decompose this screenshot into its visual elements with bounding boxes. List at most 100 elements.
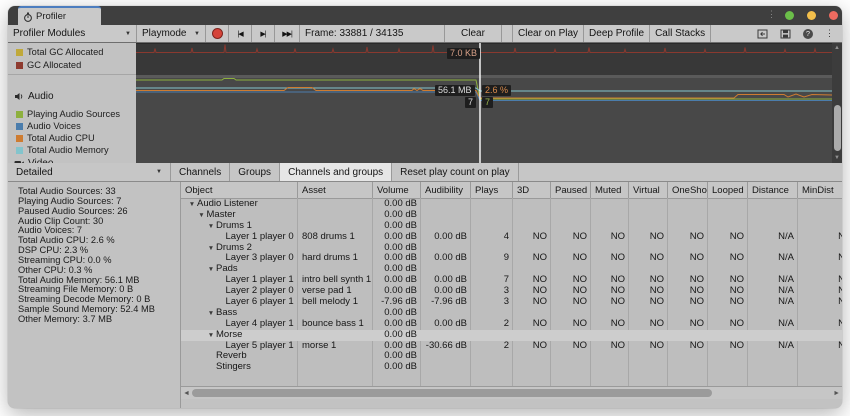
table-row[interactable]: ▼Audio Listener0.00 dB bbox=[181, 199, 842, 210]
cell-object[interactable]: Layer 4 player 1 bbox=[181, 319, 298, 330]
foldout-triangle-icon[interactable]: ▼ bbox=[206, 244, 216, 254]
tab-profiler[interactable]: Profiler bbox=[18, 6, 101, 25]
cell-audibility bbox=[421, 362, 471, 373]
last-frame-button[interactable]: ▶▶| bbox=[275, 25, 300, 42]
cell-object[interactable]: ▼Drums 1 bbox=[181, 221, 298, 232]
column-header-looped[interactable]: Looped bbox=[708, 182, 748, 198]
chart-scrollbar-thumb[interactable] bbox=[834, 105, 841, 151]
foldout-triangle-icon[interactable]: ▼ bbox=[206, 222, 216, 232]
cell-object[interactable]: ▼Master bbox=[181, 210, 298, 221]
previous-frame-icon: |◀ bbox=[237, 30, 242, 38]
call-stacks-dropdown[interactable]: Call Stacks bbox=[650, 25, 711, 42]
table-row[interactable]: ▼Master0.00 dB bbox=[181, 210, 842, 221]
cell-object[interactable]: ▼Drums 2 bbox=[181, 243, 298, 254]
column-header-object[interactable]: Object bbox=[181, 182, 298, 198]
table-row[interactable]: Layer 3 player 0hard drums 10.00 dB0.00 … bbox=[181, 253, 842, 264]
table-scrollbar-thumb[interactable] bbox=[192, 389, 712, 397]
column-header-asset[interactable]: Asset bbox=[298, 182, 373, 198]
load-profile-button[interactable] bbox=[751, 25, 774, 42]
cell-plays: 9 bbox=[471, 253, 513, 264]
cell-object[interactable]: ▼Audio Listener bbox=[181, 199, 298, 210]
cell-object[interactable]: Layer 1 player 0 bbox=[181, 232, 298, 243]
cell-object[interactable]: Layer 5 player 1 bbox=[181, 341, 298, 352]
table-row[interactable]: Stingers0.00 dB bbox=[181, 362, 842, 373]
detail-tab-channels[interactable]: Channels bbox=[171, 163, 230, 181]
scroll-right-icon[interactable]: ► bbox=[833, 389, 840, 398]
table-horizontal-scrollbar[interactable]: ◄ ► bbox=[181, 386, 842, 399]
profiler-modules-dropdown[interactable]: Profiler Modules ▼ bbox=[8, 25, 137, 42]
playmode-dropdown[interactable]: Playmode ▼ bbox=[137, 25, 206, 42]
foldout-triangle-icon[interactable]: ▼ bbox=[206, 309, 216, 319]
window-close-button[interactable] bbox=[829, 11, 838, 20]
scroll-down-icon[interactable]: ▼ bbox=[833, 155, 841, 161]
memory-legend-item[interactable]: Total GC Allocated bbox=[16, 47, 103, 57]
foldout-triangle-icon[interactable]: ▼ bbox=[206, 265, 216, 275]
audio-module-header[interactable]: Audio bbox=[14, 91, 54, 102]
column-header-oneshot[interactable]: OneShot bbox=[668, 182, 708, 198]
previous-frame-button[interactable]: |◀ bbox=[229, 25, 252, 42]
table-row[interactable]: Layer 1 player 1intro bell synth 10.00 d… bbox=[181, 275, 842, 286]
cell-object[interactable]: ▼Bass bbox=[181, 308, 298, 319]
cell-muted bbox=[591, 221, 629, 232]
clear-button[interactable]: Clear bbox=[445, 25, 502, 42]
context-menu-button[interactable]: ⋮ bbox=[819, 25, 842, 42]
window-minimize-button[interactable] bbox=[807, 11, 816, 20]
detail-tab-groups[interactable]: Groups bbox=[230, 163, 280, 181]
cell-object[interactable]: ▼Pads bbox=[181, 264, 298, 275]
column-header-3d[interactable]: 3D bbox=[513, 182, 551, 198]
cell-object[interactable]: Layer 2 player 0 bbox=[181, 286, 298, 297]
cell-d3 bbox=[513, 243, 551, 254]
table-row[interactable]: Layer 2 player 0verse pad 10.00 dB0.00 d… bbox=[181, 286, 842, 297]
audio-legend-item[interactable]: Playing Audio Sources bbox=[16, 109, 120, 119]
record-button[interactable] bbox=[206, 25, 229, 42]
column-header-muted[interactable]: Muted bbox=[591, 182, 629, 198]
column-header-volume[interactable]: Volume bbox=[373, 182, 421, 198]
cell-mindist: N/A bbox=[798, 275, 842, 286]
table-row[interactable]: Layer 4 player 1bounce bass 10.00 dB0.00… bbox=[181, 319, 842, 330]
scroll-left-icon[interactable]: ◄ bbox=[183, 389, 190, 398]
table-row[interactable]: Layer 5 player 1morse 10.00 dB-30.66 dB2… bbox=[181, 341, 842, 352]
table-row[interactable]: ▼Morse0.00 dB bbox=[181, 330, 842, 341]
cell-mindist: N/A bbox=[798, 319, 842, 330]
audio-legend-item[interactable]: Total Audio CPU bbox=[16, 133, 95, 143]
memory-legend-item[interactable]: GC Allocated bbox=[16, 60, 81, 70]
cell-object[interactable]: Stingers bbox=[181, 362, 298, 373]
table-row[interactable]: ▼Drums 10.00 dB bbox=[181, 221, 842, 232]
column-header-mindist[interactable]: MinDist bbox=[798, 182, 842, 198]
cell-object[interactable]: Layer 6 player 1 bbox=[181, 297, 298, 308]
titlebar-menu-icon[interactable]: ⋮ bbox=[767, 9, 776, 20]
save-profile-button[interactable] bbox=[774, 25, 797, 42]
deep-profile-toggle[interactable]: Deep Profile bbox=[584, 25, 650, 42]
clear-on-play-toggle[interactable]: Clear on Play bbox=[513, 25, 584, 42]
cell-object[interactable]: Layer 3 player 0 bbox=[181, 253, 298, 264]
column-header-audibility[interactable]: Audibility bbox=[421, 182, 471, 198]
table-row[interactable]: Layer 1 player 0808 drums 10.00 dB0.00 d… bbox=[181, 232, 842, 243]
video-module-header[interactable]: Video bbox=[14, 158, 53, 163]
detail-tab-reset-play-count-on-play[interactable]: Reset play count on play bbox=[392, 163, 519, 181]
column-header-paused[interactable]: Paused bbox=[551, 182, 591, 198]
foldout-triangle-icon[interactable]: ▼ bbox=[187, 200, 197, 210]
table-row[interactable]: Reverb0.00 dB bbox=[181, 351, 842, 362]
audio-legend-item[interactable]: Total Audio Memory bbox=[16, 145, 109, 155]
detailed-view-dropdown[interactable]: Detailed ▼ bbox=[8, 163, 171, 181]
audio-legend-item[interactable]: Audio Voices bbox=[16, 121, 81, 131]
help-button[interactable]: ? bbox=[797, 25, 819, 42]
foldout-triangle-icon[interactable]: ▼ bbox=[206, 331, 216, 341]
cell-looped: NO bbox=[708, 253, 748, 264]
table-row[interactable]: ▼Pads0.00 dB bbox=[181, 264, 842, 275]
column-header-virtual[interactable]: Virtual bbox=[629, 182, 668, 198]
column-header-distance[interactable]: Distance bbox=[748, 182, 798, 198]
scroll-up-icon[interactable]: ▲ bbox=[833, 45, 841, 51]
column-header-plays[interactable]: Plays bbox=[471, 182, 513, 198]
window-maximize-button[interactable] bbox=[785, 11, 794, 20]
chart-vertical-scrollbar[interactable]: ▲ ▼ bbox=[832, 43, 842, 163]
next-frame-button[interactable]: ▶| bbox=[252, 25, 275, 42]
detail-tab-channels-and-groups[interactable]: Channels and groups bbox=[280, 163, 392, 181]
cell-object[interactable]: Reverb bbox=[181, 351, 298, 362]
table-row[interactable]: ▼Drums 20.00 dB bbox=[181, 243, 842, 254]
cell-object[interactable]: ▼Morse bbox=[181, 330, 298, 341]
cell-object[interactable]: Layer 1 player 1 bbox=[181, 275, 298, 286]
foldout-triangle-icon[interactable]: ▼ bbox=[197, 211, 207, 221]
table-row[interactable]: ▼Bass0.00 dB bbox=[181, 308, 842, 319]
table-row[interactable]: Layer 6 player 1bell melody 1-7.96 dB-7.… bbox=[181, 297, 842, 308]
